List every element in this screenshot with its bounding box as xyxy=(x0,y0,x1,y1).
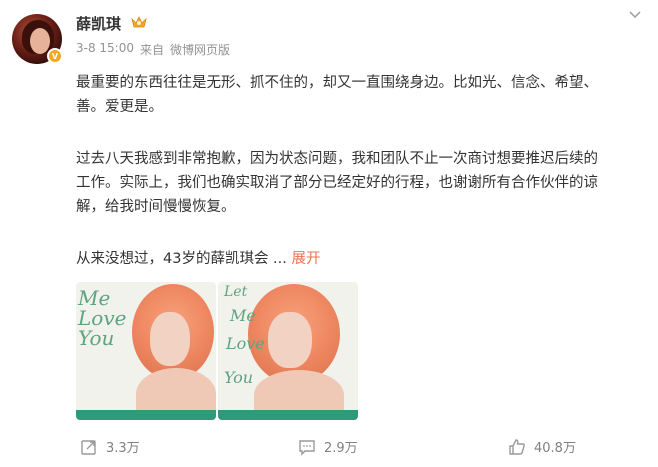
vip-crown-icon xyxy=(131,16,147,28)
post-paragraph-2: 过去八天我感到非常抱歉，因为状态问题，我和团队不止一次商讨想要推迟后续的 工作。… xyxy=(76,147,646,219)
poster-band xyxy=(76,410,216,420)
post-date[interactable]: 3-8 15:00 xyxy=(76,41,134,58)
repost-button[interactable]: 3.3万 xyxy=(80,437,140,456)
like-button[interactable]: 40.8万 xyxy=(508,437,576,456)
paragraph-line: 解，给我时间慢慢恢复。 xyxy=(76,199,236,215)
poster-title-word: Love xyxy=(226,334,265,353)
poster-title-word: Me xyxy=(230,306,256,325)
username[interactable]: 薛凯琪 xyxy=(76,13,121,34)
paragraph-line: 最重要的东西往往是无形、抓不住的，却又一直围绕身边。比如光、信念、希望、 xyxy=(76,75,598,91)
post-image-1[interactable]: Me Love You xyxy=(76,282,216,420)
action-bar: 3.3万 2.9万 40.8万 xyxy=(0,437,658,461)
comment-icon xyxy=(299,439,315,456)
repost-count: 3.3万 xyxy=(106,441,140,456)
post-source: 微博网页版 xyxy=(170,43,231,57)
paragraph-line: 善。爱更是。 xyxy=(76,99,163,115)
comment-button[interactable]: 2.9万 xyxy=(298,437,358,456)
source-prefix: 来自 xyxy=(140,43,165,57)
post-paragraph-1: 最重要的东西往往是无形、抓不住的，却又一直围绕身边。比如光、信念、希望、 善。爱… xyxy=(76,71,646,119)
verified-badge-icon: V xyxy=(47,48,63,64)
post-paragraph-3: 从来没想过，43岁的薛凯琪会 ... 展开 xyxy=(76,247,321,271)
poster-face xyxy=(268,312,312,368)
chevron-down-icon[interactable] xyxy=(628,10,642,20)
paragraph-line: 过去八天我感到非常抱歉，因为状态问题，我和团队不止一次商讨想要推迟后续的 xyxy=(76,151,598,167)
expand-link[interactable]: 展开 xyxy=(292,251,321,267)
comment-count: 2.9万 xyxy=(324,441,358,456)
paragraph-line: 从来没想过，43岁的薛凯琪会 ... xyxy=(76,251,292,267)
post-image-2[interactable]: Let Me Love You xyxy=(218,282,358,420)
post-meta: 3-8 15:00 来自 微博网页版 xyxy=(76,41,230,58)
poster-title: Me Love You xyxy=(78,286,127,350)
paragraph-line: 工作。实际上，我们也确实取消了部分已经定好的行程，也谢谢所有合作伙伴的谅 xyxy=(76,175,598,191)
repost-icon xyxy=(81,439,96,455)
like-count: 40.8万 xyxy=(534,441,576,456)
poster-title-word: You xyxy=(224,368,254,387)
poster-title-word: Let xyxy=(224,284,248,300)
poster-face xyxy=(150,312,190,366)
thumbs-up-icon xyxy=(509,438,525,455)
poster-band xyxy=(218,410,358,420)
avatar-face xyxy=(30,28,50,54)
